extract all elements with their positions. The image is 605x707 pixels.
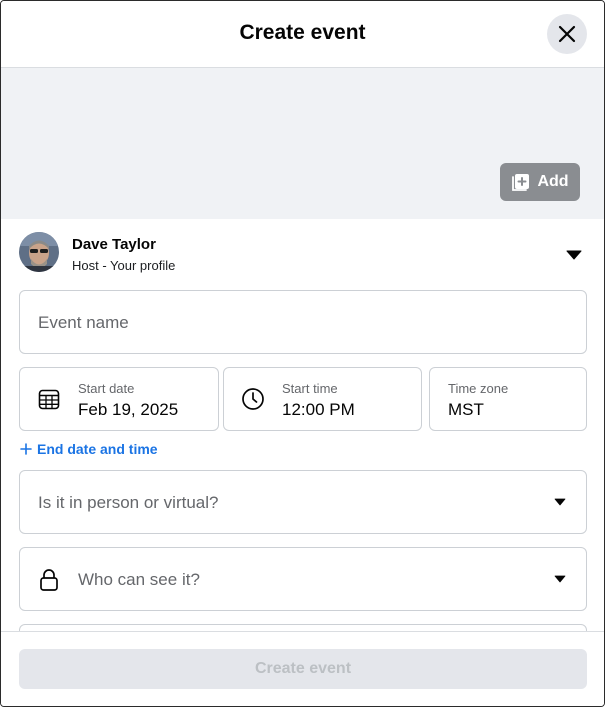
end-date-time-link[interactable]: End date and time [20, 441, 158, 457]
add-photo-icon [512, 174, 530, 191]
avatar [19, 232, 59, 272]
dialog-footer: Create event [1, 631, 604, 706]
plus-icon [20, 443, 32, 455]
clock-icon [242, 388, 264, 410]
caret-down-icon [554, 575, 566, 583]
privacy-placeholder: Who can see it? [78, 570, 200, 589]
start-date-label: Start date [78, 381, 135, 396]
add-button-label: Add [537, 173, 569, 190]
location-type-select[interactable]: Is it in person or virtual? [19, 470, 587, 534]
caret-down-icon [566, 250, 582, 260]
event-name-placeholder: Event name [38, 313, 129, 332]
host-name: Dave Taylor [72, 236, 156, 253]
host-selector[interactable]: Dave Taylor Host - Your profile [19, 232, 587, 276]
dialog-title: Create event [239, 21, 366, 44]
host-dropdown-toggle[interactable] [566, 247, 582, 265]
location-type-placeholder: Is it in person or virtual? [38, 493, 219, 512]
lock-icon [40, 569, 58, 591]
event-name-input[interactable]: Event name [19, 290, 587, 354]
time-zone-value: MST [448, 400, 484, 419]
create-event-button[interactable]: Create event [19, 649, 587, 689]
dialog-header: Create event [1, 1, 604, 68]
start-time-label: Start time [282, 381, 338, 396]
close-icon [558, 25, 576, 43]
start-date-value: Feb 19, 2025 [78, 400, 179, 419]
calendar-icon [38, 389, 60, 410]
start-date-field[interactable]: Start date Feb 19, 2025 [19, 367, 219, 431]
time-zone-field[interactable]: Time zone MST [429, 367, 587, 431]
create-event-dialog: Create event Add Dave Taylor Host - Your… [0, 0, 605, 707]
start-time-value: 12:00 PM [282, 400, 355, 419]
add-cover-photo-button[interactable]: Add [500, 163, 580, 201]
close-button[interactable] [547, 14, 587, 54]
caret-down-icon [554, 498, 566, 506]
time-zone-label: Time zone [448, 381, 509, 396]
cover-photo-area: Add [1, 68, 604, 219]
host-subtitle: Host - Your profile [72, 258, 176, 273]
start-time-field[interactable]: Start time 12:00 PM [223, 367, 422, 431]
end-date-time-label: End date and time [37, 441, 158, 457]
privacy-select[interactable]: Who can see it? [19, 547, 587, 611]
create-event-button-label: Create event [254, 660, 352, 677]
